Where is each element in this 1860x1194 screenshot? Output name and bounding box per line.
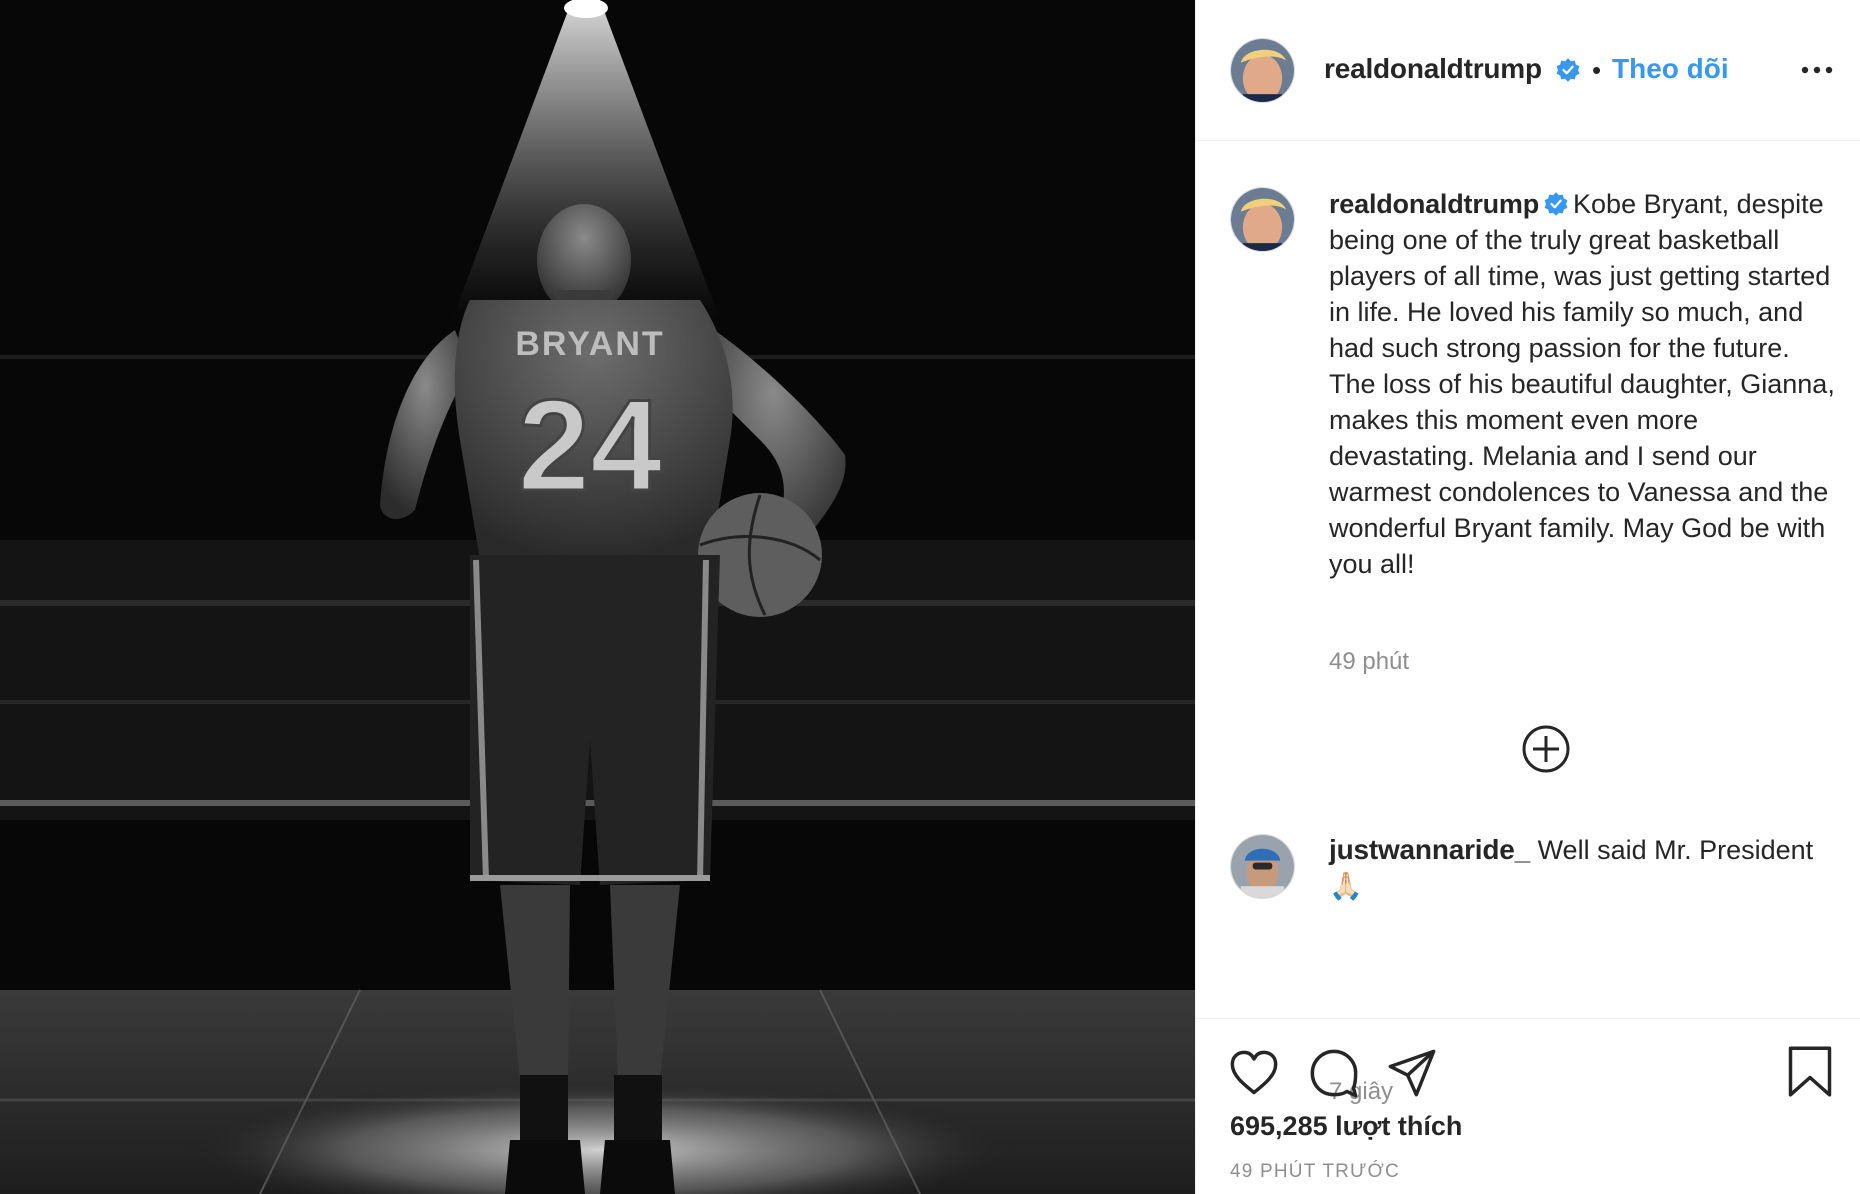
caption-text: Kobe Bryant, despite being one of the tr… — [1329, 189, 1835, 579]
follow-button[interactable]: Theo dõi — [1612, 53, 1729, 85]
post-header: realdonaldtrump • Theo dõi — [1196, 0, 1860, 141]
send-icon — [1388, 1049, 1436, 1097]
like-button[interactable] — [1228, 1047, 1280, 1099]
comment-username[interactable]: justwannaride_ — [1329, 834, 1530, 865]
heart-icon — [1230, 1050, 1278, 1095]
author-avatar[interactable] — [1230, 38, 1295, 103]
post-actions: 695,285 lượt thích 49 PHÚT TRƯỚC — [1196, 1018, 1860, 1194]
comment-icon — [1310, 1049, 1358, 1098]
likes-count[interactable]: 695,285 lượt thích — [1230, 1111, 1462, 1142]
post-sidebar: realdonaldtrump • Theo dõi realdonaldtru… — [1195, 0, 1860, 1194]
comment: justwannaride_ Well said Mr. President 🙏… — [1329, 832, 1839, 904]
bookmark-icon — [1788, 1046, 1832, 1097]
caption-author-avatar[interactable] — [1230, 187, 1295, 252]
more-options-icon[interactable] — [1800, 56, 1834, 84]
post-time[interactable]: 49 PHÚT TRƯỚC — [1230, 1161, 1400, 1183]
comments-section: realdonaldtrump Kobe Bryant, despite bei… — [1196, 142, 1860, 1105]
commenter-avatar[interactable] — [1230, 834, 1295, 899]
verified-badge-icon — [1544, 192, 1568, 216]
comment-button[interactable] — [1308, 1047, 1360, 1099]
caption-timestamp[interactable]: 49 phút — [1329, 648, 1409, 676]
save-button[interactable] — [1784, 1045, 1836, 1097]
jersey-name: BRYANT — [515, 325, 664, 363]
verified-badge-icon — [1556, 58, 1580, 82]
plus-circle-icon[interactable] — [1521, 724, 1571, 774]
jersey-number: 24 — [518, 372, 663, 518]
author-username[interactable]: realdonaldtrump — [1324, 53, 1542, 85]
share-button[interactable] — [1386, 1047, 1438, 1099]
photo-artwork: BRYANT 24 — [0, 0, 1195, 1194]
follow-separator: • — [1592, 55, 1602, 85]
caption: realdonaldtrump Kobe Bryant, despite bei… — [1329, 186, 1839, 582]
post-photo[interactable]: BRYANT 24 — [0, 0, 1195, 1194]
caption-username[interactable]: realdonaldtrump — [1329, 189, 1539, 219]
